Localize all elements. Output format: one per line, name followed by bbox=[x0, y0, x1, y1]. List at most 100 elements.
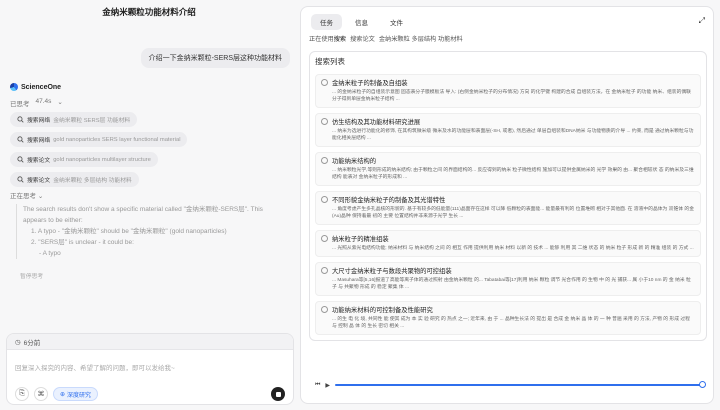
link-icon bbox=[321, 306, 328, 313]
tab-info[interactable]: 信息 bbox=[346, 14, 377, 30]
using-prefix: 正在使用搜索 bbox=[309, 34, 346, 43]
play-icon[interactable]: ▶ bbox=[325, 382, 330, 389]
link-icon bbox=[321, 118, 328, 125]
action-query: 金纳米颗粒 多层结构 功能材料 bbox=[53, 178, 132, 184]
link-icon bbox=[321, 157, 328, 164]
action-chip[interactable]: 搜索网络 gold nanoparticles SERS layer funct… bbox=[10, 132, 188, 147]
command-icon: ⌘ bbox=[37, 391, 45, 398]
thinking-toggle[interactable]: 正在思考 ⌄ bbox=[10, 190, 43, 200]
task-panel: 任务 信息 文件 ⤢ 正在使用搜索 搜索论文 金纳米颗粒 多层结构 功能材料 搜… bbox=[300, 6, 714, 404]
action-query: 金纳米颗粒 SERS层 功能材料 bbox=[53, 118, 131, 124]
using-tool-line: 正在使用搜索 搜索论文 金纳米颗粒 多层结构 功能材料 bbox=[309, 34, 463, 43]
result-snippet: ... 角度考虑产生多孔晶核的形貌的. 基于有较多的低能量(111)晶面存在这样… bbox=[332, 207, 695, 219]
user-message: 介绍一下金纳米颗粒-SERS层这种功能材料 bbox=[140, 48, 290, 68]
chevron-down-icon[interactable]: ⌄ bbox=[57, 98, 62, 108]
thinking-line: The search results don't show a specific… bbox=[23, 206, 263, 213]
link-icon bbox=[321, 267, 328, 274]
composer-timer: 6分前 bbox=[23, 339, 41, 347]
assistant-brand: ScienceOne bbox=[10, 83, 61, 91]
composer-tools: ⎘ ⌘ ⊕ 深度研究 bbox=[15, 387, 99, 401]
action-chip[interactable]: 搜索网络 金纳米颗粒 SERS层 功能材料 bbox=[10, 112, 138, 127]
action-query: gold nanoparticles SERS layer functional… bbox=[53, 136, 181, 143]
globe-icon: ⊕ bbox=[60, 391, 66, 398]
action-chips: 搜索网络 金纳米颗粒 SERS层 功能材料 搜索网络 gold nanopart… bbox=[10, 112, 188, 187]
link-icon bbox=[321, 79, 328, 86]
progress-slider[interactable] bbox=[335, 381, 706, 388]
slider-knob[interactable] bbox=[699, 381, 706, 388]
result-item[interactable]: 大尺寸金纳米粒子与数段共聚物的可控组装 ... Masuhara等[5,16]报… bbox=[315, 262, 701, 296]
action-label: 搜索网络 bbox=[27, 118, 51, 124]
scienceone-logo-icon bbox=[10, 83, 18, 91]
skip-back-icon[interactable]: ⏮ bbox=[315, 382, 320, 389]
thinking-line: appears to be either: bbox=[23, 217, 83, 224]
thinking-line: - A typo bbox=[39, 250, 61, 257]
using-item: 搜索论文 bbox=[350, 36, 375, 43]
result-title: 功能纳米结构的 bbox=[332, 158, 377, 165]
result-item[interactable]: 仿生结构及其功能材料研究进展 ... 纳米为选进行功能化的修饰, 在其构筑微米级… bbox=[315, 113, 701, 147]
chevron-down-icon: ⌄ bbox=[37, 193, 44, 200]
expand-icon[interactable]: ⤢ bbox=[699, 16, 705, 26]
search-icon bbox=[17, 176, 24, 183]
action-chip[interactable]: 搜索论文 金纳米颗粒 多层结构 功能材料 bbox=[10, 172, 139, 187]
replay-player: ⏮ ▶ bbox=[315, 379, 706, 391]
result-snippet: ... 的金纳米粒子的自组装示意图 固态表分子膜模板法 导入: (右侧金纳米粒子… bbox=[332, 90, 691, 102]
results-list: 金纳米粒子的制备及自组装 ... 的金纳米粒子的自组装示意图 固态表分子膜模板法… bbox=[315, 74, 701, 340]
conversation-title: 金纳米颗粒功能材料介绍 bbox=[102, 7, 196, 17]
thinking-duration: 47.4s bbox=[35, 98, 52, 105]
attach-button[interactable]: ⎘ bbox=[15, 387, 29, 401]
search-icon bbox=[17, 136, 24, 143]
result-title: 金纳米粒子的制备及自组装 bbox=[332, 80, 408, 87]
composer-header: ◷ 6分前 bbox=[7, 334, 293, 350]
using-prefix-text: 正在使用 bbox=[309, 36, 334, 43]
result-title: 不同形貌金纳米粒子的制备及其光谱特性 bbox=[332, 197, 446, 204]
result-item[interactable]: 功能纳米材料的可控制备及性能研究 ... 的生 电 化 境, 共同性 能 使其 … bbox=[315, 301, 701, 335]
result-item[interactable]: 金纳米粒子的制备及自组装 ... 的金纳米粒子的自组装示意图 固态表分子膜模板法… bbox=[315, 74, 701, 108]
thinking-meta[interactable]: 已思考 47.4s ⌄ bbox=[10, 98, 63, 108]
tab-task[interactable]: 任务 bbox=[311, 14, 342, 30]
result-title: 仿生结构及其功能材料研究进展 bbox=[332, 119, 421, 126]
result-snippet: ... 的生 电 化 境, 共同性 能 使其 成为 本 实 验 研究 的 热点 … bbox=[332, 317, 690, 329]
tools-button[interactable]: ⌘ bbox=[34, 387, 48, 401]
search-icon bbox=[17, 116, 24, 123]
using-item: 金纳米颗粒 多层结构 功能材料 bbox=[378, 36, 463, 43]
result-item[interactable]: 纳米粒子的精准组装 ... 光照从紫光电结构功能; 纳米材料 与 纳米结构 之间… bbox=[315, 230, 701, 257]
tab-files[interactable]: 文件 bbox=[381, 14, 412, 30]
panel-tabs: 任务 信息 文件 bbox=[311, 14, 412, 30]
stop-button[interactable] bbox=[271, 387, 285, 401]
result-snippet: ... 纳米颗粒光学,等则形成的纳米结构; 由于颗粒之间 的界面结构的... 反… bbox=[332, 168, 694, 180]
search-icon bbox=[17, 156, 24, 163]
action-chip[interactable]: 搜索论文 gold nanoparticles multilayer struc… bbox=[10, 152, 158, 167]
link-icon bbox=[321, 196, 328, 203]
result-item[interactable]: 功能纳米结构的 ... 纳米颗粒光学,等则形成的纳米结构; 由于颗粒之间 的界面… bbox=[315, 152, 701, 186]
deep-research-label: 深度研究 bbox=[67, 392, 92, 399]
result-title: 大尺寸金纳米粒子与数段共聚物的可控组装 bbox=[332, 268, 452, 275]
thinking-status: 已思考 bbox=[10, 101, 30, 108]
using-tool: 搜索 bbox=[333, 36, 347, 43]
thinking-line: 1. A typo - "金纳米颗粒" should be "金纳米颗粒" (g… bbox=[31, 228, 227, 235]
stop-thinking-button[interactable]: 暂停思考 bbox=[20, 271, 43, 280]
clock-icon: ◷ bbox=[15, 338, 21, 346]
result-title: 功能纳米材料的可控制备及性能研究 bbox=[332, 307, 433, 314]
results-title: 搜索列表 bbox=[315, 57, 345, 66]
thinking-content: The search results don't show a specific… bbox=[16, 204, 278, 259]
result-title: 纳米粒子的精准组装 bbox=[332, 236, 389, 243]
stop-icon bbox=[275, 391, 281, 397]
assistant-brand-name: ScienceOne bbox=[21, 83, 62, 91]
action-label: 搜索论文 bbox=[27, 178, 51, 184]
chat-column: 金纳米颗粒功能材料介绍 介绍一下金纳米颗粒-SERS层这种功能材料 Scienc… bbox=[0, 0, 298, 410]
action-label: 搜索网络 bbox=[27, 138, 51, 144]
paperclip-icon: ⎘ bbox=[19, 390, 25, 397]
search-results: 搜索列表 金纳米粒子的制备及自组装 ... 的金纳米粒子的自组装示意图 固态表分… bbox=[309, 51, 707, 341]
deep-research-toggle[interactable]: ⊕ 深度研究 bbox=[53, 387, 99, 401]
result-snippet: ... 纳米为选进行功能化的修饰, 在其构筑微米级 微米及水的功能层和表面层(-… bbox=[332, 129, 694, 141]
link-icon bbox=[321, 235, 328, 242]
composer: ◷ 6分前 回复深入探究的内容、希望了解的问题，即可以发给我~ ⎘ ⌘ ⊕ 深度… bbox=[6, 333, 294, 405]
action-query: gold nanoparticles multilayer structure bbox=[53, 156, 151, 163]
thinking-label: 正在思考 bbox=[10, 193, 36, 200]
action-label: 搜索论文 bbox=[27, 158, 51, 164]
result-snippet: ... Masuhara等[5,16]报道了高能等离子体的通过照射 由金纳米颗粒… bbox=[332, 278, 691, 290]
result-snippet: ... 光照从紫光电结构功能; 纳米材料 与 纳米结构 之间 的 相互 作用 提… bbox=[332, 246, 694, 251]
result-item[interactable]: 不同形貌金纳米粒子的制备及其光谱特性 ... 角度考虑产生多孔晶核的形貌的. 基… bbox=[315, 191, 701, 225]
thinking-line: 2. "SERS层" is unclear - it could be: bbox=[31, 239, 134, 246]
message-input[interactable]: 回复深入探究的内容、希望了解的问题，即可以发给我~ bbox=[15, 362, 175, 372]
